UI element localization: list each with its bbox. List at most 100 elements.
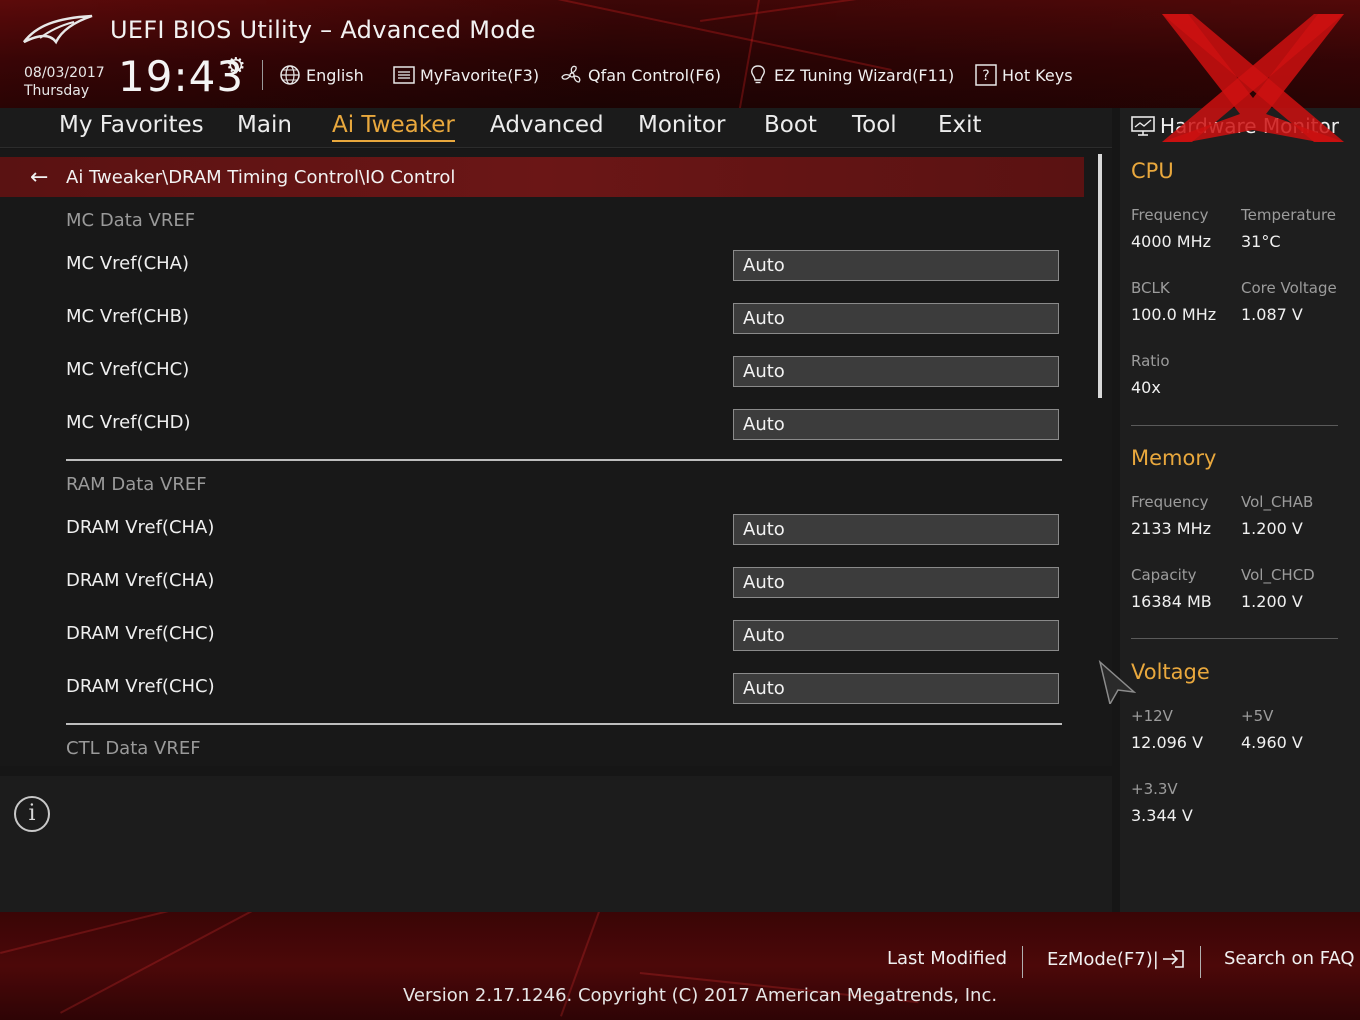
list-icon bbox=[393, 66, 415, 84]
tab-ai-tweaker[interactable]: Ai Tweaker bbox=[332, 112, 455, 142]
footer-streak bbox=[0, 912, 253, 954]
ez-tuning-wizard-button[interactable]: EZ Tuning Wizard(F11) bbox=[746, 62, 954, 88]
cpu-temperature-label: Temperature bbox=[1241, 206, 1337, 224]
setting-value-field[interactable]: Auto bbox=[733, 250, 1059, 281]
v5-value: 4.960 V bbox=[1241, 733, 1303, 752]
gear-icon[interactable]: ⚙ bbox=[226, 54, 246, 79]
date-text: 08/03/2017 bbox=[24, 65, 105, 81]
v33-value: 3.344 V bbox=[1131, 806, 1193, 825]
my-favorite-button[interactable]: MyFavorite(F3) bbox=[392, 62, 539, 88]
globe-icon bbox=[280, 65, 300, 85]
info-icon: i bbox=[14, 796, 50, 832]
memory-frequency-value: 2133 MHz bbox=[1131, 519, 1212, 538]
ezmode-button[interactable]: EzMode(F7)| bbox=[1047, 948, 1187, 970]
cpu-section-title: CPU bbox=[1131, 159, 1174, 183]
memory-frequency-label: Frequency bbox=[1131, 493, 1209, 511]
tab-main[interactable]: Main bbox=[237, 112, 292, 140]
setting-value-field[interactable]: Auto bbox=[733, 567, 1059, 598]
setting-value-field[interactable]: Auto bbox=[733, 356, 1059, 387]
main-menu-bar: My Favorites Main Ai Tweaker Advanced Mo… bbox=[0, 108, 1112, 148]
footer-divider bbox=[1200, 946, 1201, 978]
section-title: CTL Data VREF bbox=[66, 738, 201, 759]
setting-value-field[interactable]: Auto bbox=[733, 409, 1059, 440]
hardware-monitor-divider bbox=[1131, 425, 1338, 426]
section-divider bbox=[66, 723, 1062, 725]
help-key-icon: ? bbox=[975, 64, 997, 86]
breadcrumb: ← Ai Tweaker\DRAM Timing Control\IO Cont… bbox=[0, 157, 1084, 197]
setting-label[interactable]: DRAM Vref(CHA) bbox=[66, 517, 214, 538]
footer-bar: Last Modified EzMode(F7)| Search on FAQ … bbox=[0, 912, 1360, 1020]
setting-label[interactable]: MC Vref(CHB) bbox=[66, 306, 189, 327]
fan-icon bbox=[561, 65, 581, 83]
date-display: 08/03/2017 Thursday bbox=[24, 64, 105, 100]
search-faq-button[interactable]: Search on FAQ bbox=[1224, 948, 1355, 969]
exit-arrow-icon bbox=[1162, 950, 1184, 968]
back-arrow-icon[interactable]: ← bbox=[30, 165, 54, 190]
section-title: MC Data VREF bbox=[66, 210, 196, 231]
lightbulb-icon bbox=[751, 65, 765, 84]
bclk-label: BCLK bbox=[1131, 279, 1170, 297]
ez-tuning-label: EZ Tuning Wizard(F11) bbox=[774, 65, 955, 85]
hardware-monitor-panel: Hardware Monitor CPU Frequency Temperatu… bbox=[1120, 108, 1360, 912]
hot-keys-button[interactable]: ? Hot Keys bbox=[974, 62, 1073, 88]
setting-label[interactable]: MC Vref(CHA) bbox=[66, 253, 189, 274]
setting-value-field[interactable]: Auto bbox=[733, 673, 1059, 704]
my-favorite-label: MyFavorite(F3) bbox=[420, 65, 540, 85]
setting-label[interactable]: DRAM Vref(CHC) bbox=[66, 623, 215, 644]
hardware-monitor-divider bbox=[1131, 638, 1338, 639]
tab-exit[interactable]: Exit bbox=[938, 112, 982, 140]
footer-divider bbox=[1022, 946, 1023, 978]
breadcrumb-path: Ai Tweaker\DRAM Timing Control\IO Contro… bbox=[66, 166, 456, 188]
header-streak bbox=[700, 0, 1117, 22]
tab-my-favorites[interactable]: My Favorites bbox=[59, 112, 204, 140]
qfan-control-button[interactable]: Qfan Control(F6) bbox=[560, 62, 721, 88]
day-text: Thursday bbox=[24, 83, 90, 99]
language-label: English bbox=[306, 65, 364, 85]
settings-panel: ← Ai Tweaker\DRAM Timing Control\IO Cont… bbox=[0, 149, 1112, 766]
hot-keys-label: Hot Keys bbox=[1002, 65, 1073, 85]
app-title: UEFI BIOS Utility – Advanced Mode bbox=[110, 16, 536, 44]
title-bar: UEFI BIOS Utility – Advanced Mode 08/03/… bbox=[0, 0, 1360, 108]
ezmode-label: EzMode(F7)| bbox=[1047, 948, 1159, 970]
ratio-value: 40x bbox=[1131, 378, 1161, 397]
vol-chcd-value: 1.200 V bbox=[1241, 592, 1303, 611]
setting-label[interactable]: DRAM Vref(CHA) bbox=[66, 570, 214, 591]
memory-section-title: Memory bbox=[1131, 446, 1217, 470]
vol-chab-label: Vol_CHAB bbox=[1241, 493, 1314, 511]
mouse-pointer-icon bbox=[1098, 660, 1136, 704]
cpu-frequency-label: Frequency bbox=[1131, 206, 1209, 224]
scrollbar[interactable] bbox=[1098, 154, 1102, 398]
qfan-label: Qfan Control(F6) bbox=[588, 65, 721, 85]
capacity-label: Capacity bbox=[1131, 566, 1197, 584]
tab-advanced[interactable]: Advanced bbox=[490, 112, 604, 140]
setting-label[interactable]: MC Vref(CHD) bbox=[66, 412, 191, 433]
v33-label: +3.3V bbox=[1131, 780, 1178, 798]
voltage-section-title: Voltage bbox=[1131, 660, 1210, 684]
header-divider bbox=[262, 60, 263, 90]
setting-label[interactable]: DRAM Vref(CHC) bbox=[66, 676, 215, 697]
ratio-label: Ratio bbox=[1131, 352, 1170, 370]
setting-value-field[interactable]: Auto bbox=[733, 514, 1059, 545]
setting-value-field[interactable]: Auto bbox=[733, 620, 1059, 651]
setting-value-field[interactable]: Auto bbox=[733, 303, 1059, 334]
setting-label[interactable]: MC Vref(CHC) bbox=[66, 359, 189, 380]
help-description-panel: i bbox=[0, 776, 1112, 912]
capacity-value: 16384 MB bbox=[1131, 592, 1212, 611]
monitor-icon bbox=[1131, 116, 1155, 136]
cpu-frequency-value: 4000 MHz bbox=[1131, 232, 1212, 251]
tab-tool[interactable]: Tool bbox=[852, 112, 897, 140]
last-modified-button[interactable]: Last Modified bbox=[887, 948, 1007, 969]
svg-text:?: ? bbox=[982, 68, 989, 84]
vol-chab-value: 1.200 V bbox=[1241, 519, 1303, 538]
bclk-value: 100.0 MHz bbox=[1131, 305, 1217, 324]
core-voltage-value: 1.087 V bbox=[1241, 305, 1303, 324]
v5-label: +5V bbox=[1241, 707, 1274, 725]
v12-value: 12.096 V bbox=[1131, 733, 1204, 752]
language-button[interactable]: English bbox=[278, 62, 364, 88]
tab-monitor[interactable]: Monitor bbox=[638, 112, 725, 140]
header-streak bbox=[519, 0, 892, 71]
tab-boot[interactable]: Boot bbox=[764, 112, 817, 140]
section-title: RAM Data VREF bbox=[66, 474, 207, 495]
xx-watermark-logo bbox=[1162, 14, 1344, 142]
rog-logo bbox=[23, 14, 93, 45]
